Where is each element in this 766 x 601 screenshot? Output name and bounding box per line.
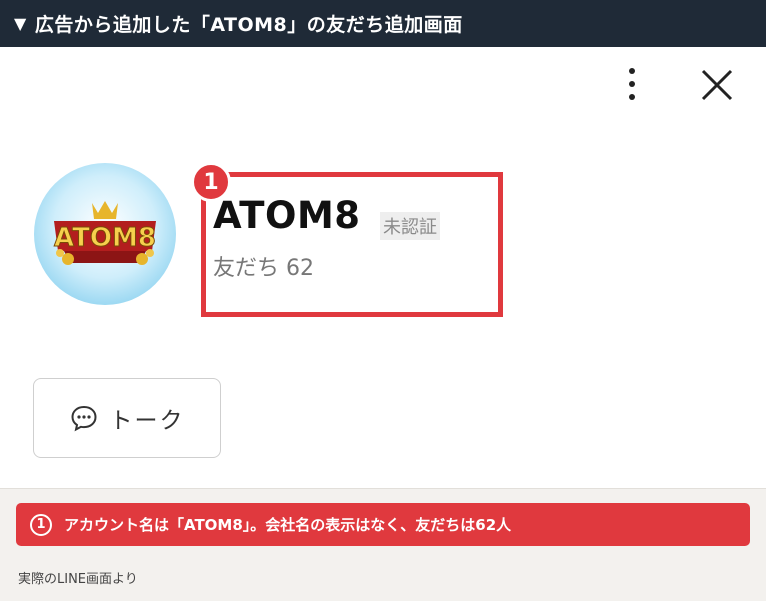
annotation-note: 1 アカウント名は「ATOM8」。会社名の表示はなく、友だちは62人 <box>16 503 750 546</box>
triangle-marker: ▼ <box>14 14 27 33</box>
source-caption: 実際のLINE画面より <box>18 572 138 587</box>
account-name: ATOM8 <box>213 194 361 237</box>
note-number-icon: 1 <box>30 513 52 536</box>
talk-button-label: トーク <box>109 408 185 434</box>
close-icon[interactable] <box>697 65 737 105</box>
verification-badge: 未認証 <box>380 212 440 240</box>
note-text: アカウント名は「ATOM8」。会社名の表示はなく、友だちは62人 <box>64 516 512 534</box>
header-title: 広告から追加した「ATOM8」の友だち追加画面 <box>34 14 463 36</box>
talk-button[interactable]: トーク <box>33 378 221 458</box>
friends-count: 友だち 62 <box>213 256 314 281</box>
kebab-menu-icon[interactable] <box>620 65 644 103</box>
avatar-logo-text: ATOM8 <box>54 223 156 253</box>
page-header: ▼ 広告から追加した「ATOM8」の友だち追加画面 <box>0 0 766 47</box>
account-avatar: ATOM8 <box>34 163 176 305</box>
chat-bubble-icon <box>70 404 98 432</box>
